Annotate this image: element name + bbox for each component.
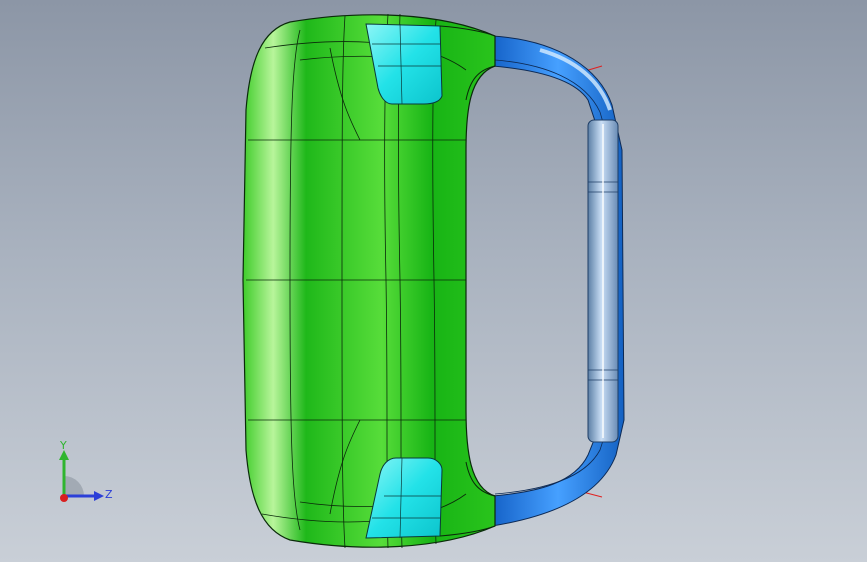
y-axis-label: Y bbox=[59, 440, 67, 452]
handle-part[interactable] bbox=[491, 35, 625, 527]
graphics-viewport[interactable] bbox=[0, 0, 867, 562]
z-axis-label: Z bbox=[105, 488, 113, 501]
z-arrow-icon bbox=[94, 491, 104, 501]
coordinate-triad: Y Z bbox=[59, 440, 113, 502]
triad-plane bbox=[64, 476, 84, 496]
body-part[interactable] bbox=[242, 13, 496, 549]
body-outline bbox=[242, 14, 496, 548]
x-axis-icon bbox=[60, 494, 68, 502]
